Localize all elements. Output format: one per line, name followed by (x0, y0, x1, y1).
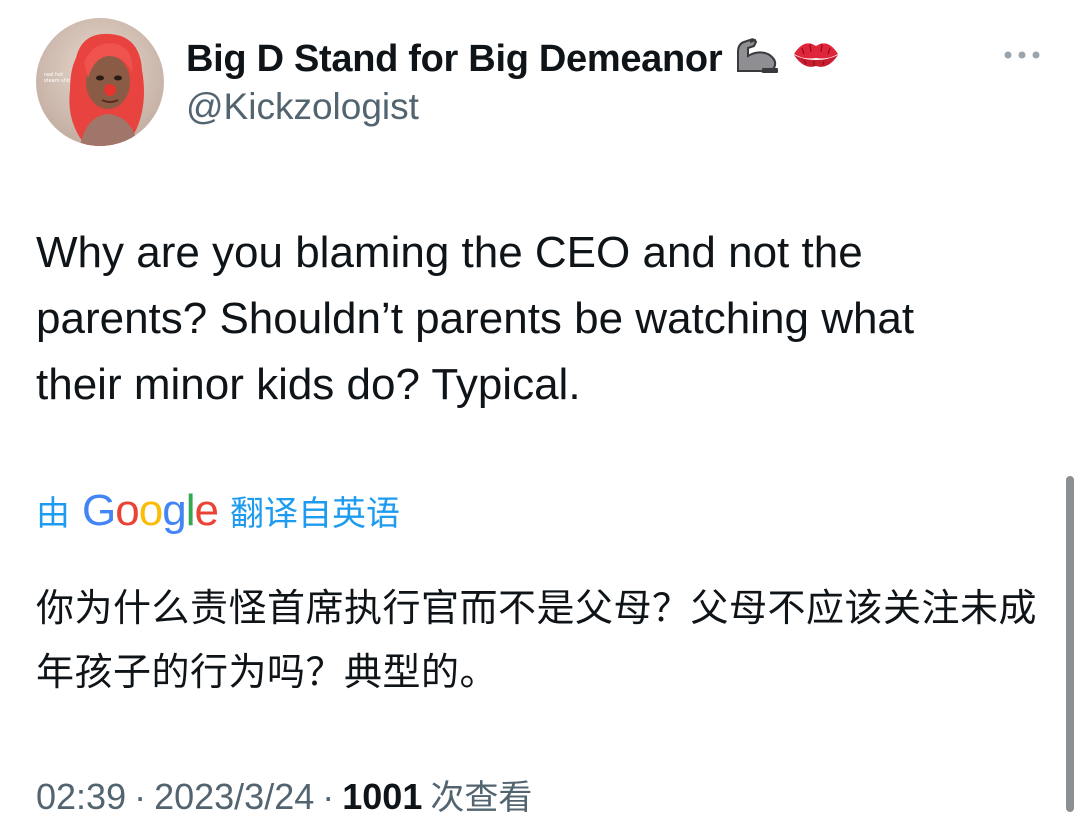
display-name-row[interactable]: Big D Stand for Big Demeanor (186, 34, 842, 84)
kiss-mark-icon (790, 34, 842, 84)
translated-from-label[interactable]: 翻译自英语 (230, 486, 400, 535)
google-logo: Google (82, 485, 219, 535)
user-handle[interactable]: @Kickzologist (186, 86, 419, 128)
display-name[interactable]: Big D Stand for Big Demeanor (186, 38, 723, 81)
avatar[interactable]: real hot steam shit (36, 18, 164, 146)
more-options-icon[interactable] (1000, 44, 1044, 66)
tweet-text: Why are you blaming the CEO and not the … (36, 228, 915, 409)
flexed-biceps-icon (732, 34, 780, 84)
translated-text: 你为什么责怪首席执行官而不是父母？父母不应该关注未成年孩子的行为吗？典型的。 (36, 586, 1038, 694)
scrollbar[interactable] (1066, 476, 1074, 812)
translated-by-label: 由 (36, 494, 70, 534)
translation-attribution[interactable]: 由 Google 翻译自英语 (36, 486, 400, 535)
avatar-caption: real hot steam shit (44, 72, 71, 84)
